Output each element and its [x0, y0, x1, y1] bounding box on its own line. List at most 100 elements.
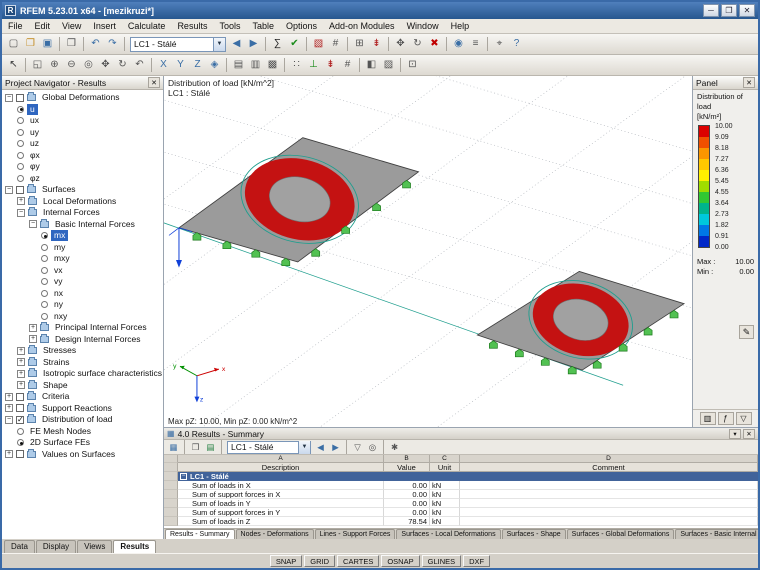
print-table-button[interactable]: ❒	[188, 441, 203, 454]
navigator-close-button[interactable]: ✕	[148, 77, 160, 88]
checkbox-values-on-surfaces[interactable]	[16, 450, 24, 459]
close-button[interactable]: ✕	[739, 4, 755, 17]
expander-icon[interactable]: +	[17, 369, 25, 378]
fe-mesh-button[interactable]: ⊞	[351, 36, 368, 53]
pointer-select-button[interactable]: ↖	[5, 57, 22, 74]
nav-tab-data[interactable]: Data	[4, 540, 35, 553]
snap-settings-button[interactable]: ⌖	[491, 36, 508, 53]
print-button[interactable]: ❒	[63, 36, 80, 53]
numbering-button[interactable]: #	[339, 57, 356, 74]
next-table-load-case-button[interactable]: ▶	[328, 441, 343, 454]
previous-view-button[interactable]: ↶	[131, 57, 148, 74]
tree-item-values-on-surfaces[interactable]: + Values on Surfaces	[2, 448, 163, 461]
show-results-button[interactable]: ▧	[310, 36, 327, 53]
checkbox-global-deformations[interactable]	[16, 93, 24, 102]
tree-item-shape[interactable]: + Shape	[2, 379, 163, 392]
view-in-z-button[interactable]: Z	[189, 57, 206, 74]
menu-view[interactable]: View	[56, 19, 87, 34]
cartes-toggle[interactable]: CARTES	[337, 555, 380, 567]
tree-item-distribution-of-load[interactable]: − Distribution of load	[2, 414, 163, 426]
expander-icon[interactable]: −	[17, 208, 25, 217]
filter-tab-button[interactable]: ▽	[735, 412, 752, 425]
expander-icon[interactable]: −	[5, 93, 13, 102]
zoom-window-button[interactable]: ◱	[29, 57, 46, 74]
radio-2d-surface-fes[interactable]	[17, 439, 24, 447]
expander-icon[interactable]: +	[5, 392, 13, 401]
solid-model-button[interactable]: ▩	[264, 57, 281, 74]
radio-ny[interactable]	[41, 301, 48, 309]
show-loads-button[interactable]: ⇟	[368, 36, 385, 53]
tree-item-support-reactions[interactable]: + Support Reactions	[2, 402, 163, 415]
table-row[interactable]: Sum of loads in Z 78.54 kN	[164, 517, 758, 526]
menu-insert[interactable]: Insert	[87, 19, 122, 34]
menu-calculate[interactable]: Calculate	[122, 19, 172, 34]
expander-icon[interactable]: +	[17, 197, 25, 206]
checkbox-support-reactions[interactable]	[16, 404, 24, 413]
check-data-button[interactable]: ✔	[286, 36, 303, 53]
table-list-button[interactable]: ▦	[166, 441, 181, 454]
rotate-view-button[interactable]: ↻	[114, 57, 131, 74]
tree-item-my[interactable]: my	[2, 242, 163, 254]
model-view-canvas[interactable]: x y z	[164, 76, 692, 427]
radio-uy[interactable]	[17, 128, 24, 136]
redo-button[interactable]: ↷	[104, 36, 121, 53]
radio-u[interactable]	[17, 105, 24, 113]
tree-item-internal-forces[interactable]: − Internal Forces	[2, 207, 163, 219]
tab-nodes-deformations[interactable]: Nodes - Deformations	[235, 529, 314, 539]
chevron-down-icon[interactable]: ▼	[213, 37, 225, 51]
show-result-values-button[interactable]: #	[327, 36, 344, 53]
isometric-view-button[interactable]: ◈	[206, 57, 223, 74]
expander-icon[interactable]: −	[5, 185, 13, 194]
menu-window[interactable]: Window	[401, 19, 445, 34]
tree-item-2d-surface-fes[interactable]: 2D Surface FEs	[2, 437, 163, 449]
tree-item-uy[interactable]: uy	[2, 127, 163, 139]
table-row[interactable]: Sum of loads in X 0.00 kN	[164, 481, 758, 490]
tree-item-design-internal-forces[interactable]: + Design Internal Forces	[2, 333, 163, 346]
tree-item-local-deformations[interactable]: + Local Deformations	[2, 195, 163, 208]
tree-item-nx[interactable]: nx	[2, 288, 163, 300]
tree-item-ux[interactable]: ux	[2, 115, 163, 127]
show-grid-button[interactable]: ∷	[288, 57, 305, 74]
export-to-excel-button[interactable]: ▤	[203, 441, 218, 454]
table-group-row[interactable]: − LC1 - Stálé	[164, 472, 758, 481]
row-selector[interactable]	[164, 517, 178, 526]
glines-toggle[interactable]: GLINES	[421, 555, 462, 567]
expander-icon[interactable]: −	[5, 415, 13, 424]
load-case-select[interactable]: LC1 - Stálé ▼	[130, 36, 226, 52]
radio-uz[interactable]	[17, 140, 24, 148]
tree-item-mx[interactable]: mx	[2, 230, 163, 242]
nav-tab-results[interactable]: Results	[113, 540, 157, 553]
edit-color-scale-button[interactable]: ✎	[739, 325, 754, 340]
previous-load-case-button[interactable]: ◀	[228, 36, 245, 53]
previous-table-load-case-button[interactable]: ◀	[313, 441, 328, 454]
tree-item-y[interactable]: φy	[2, 161, 163, 173]
tree-item-x[interactable]: φx	[2, 150, 163, 162]
tab-results-summary[interactable]: Results - Summary	[165, 529, 235, 539]
tab-surfaces-local-deformations[interactable]: Surfaces - Local Deformations	[396, 529, 501, 539]
tree-item-strains[interactable]: + Strains	[2, 356, 163, 369]
visibilities-button[interactable]: ◉	[450, 36, 467, 53]
expander-icon[interactable]: +	[5, 404, 13, 413]
menu-add-on-modules[interactable]: Add-on Modules	[323, 19, 401, 34]
view-in-x-button[interactable]: X	[155, 57, 172, 74]
menu-file[interactable]: File	[2, 19, 29, 34]
collapse-icon[interactable]: −	[180, 473, 187, 480]
radio-ux[interactable]	[17, 117, 24, 125]
expander-icon[interactable]: −	[29, 220, 37, 229]
menu-options[interactable]: Options	[280, 19, 323, 34]
tree-item-vy[interactable]: vy	[2, 276, 163, 288]
minimize-button[interactable]: ─	[703, 4, 719, 17]
undo-button[interactable]: ↶	[87, 36, 104, 53]
tab-surfaces-basic-internal-forces[interactable]: Surfaces - Basic Internal Forces	[675, 529, 758, 539]
tab-lines-support-forces[interactable]: Lines - Support Forces	[314, 529, 396, 539]
tree-item-uz[interactable]: uz	[2, 138, 163, 150]
expander-icon[interactable]: +	[29, 323, 37, 332]
menu-tools[interactable]: Tools	[213, 19, 246, 34]
tree-item-basic-internal-forces[interactable]: − Basic Internal Forces	[2, 218, 163, 231]
view-in-y-button[interactable]: Y	[172, 57, 189, 74]
menu-edit[interactable]: Edit	[29, 19, 57, 34]
expander-icon[interactable]: +	[5, 450, 13, 459]
background-button[interactable]: ▨	[380, 57, 397, 74]
radio-y[interactable]	[17, 163, 24, 171]
menu-results[interactable]: Results	[171, 19, 213, 34]
